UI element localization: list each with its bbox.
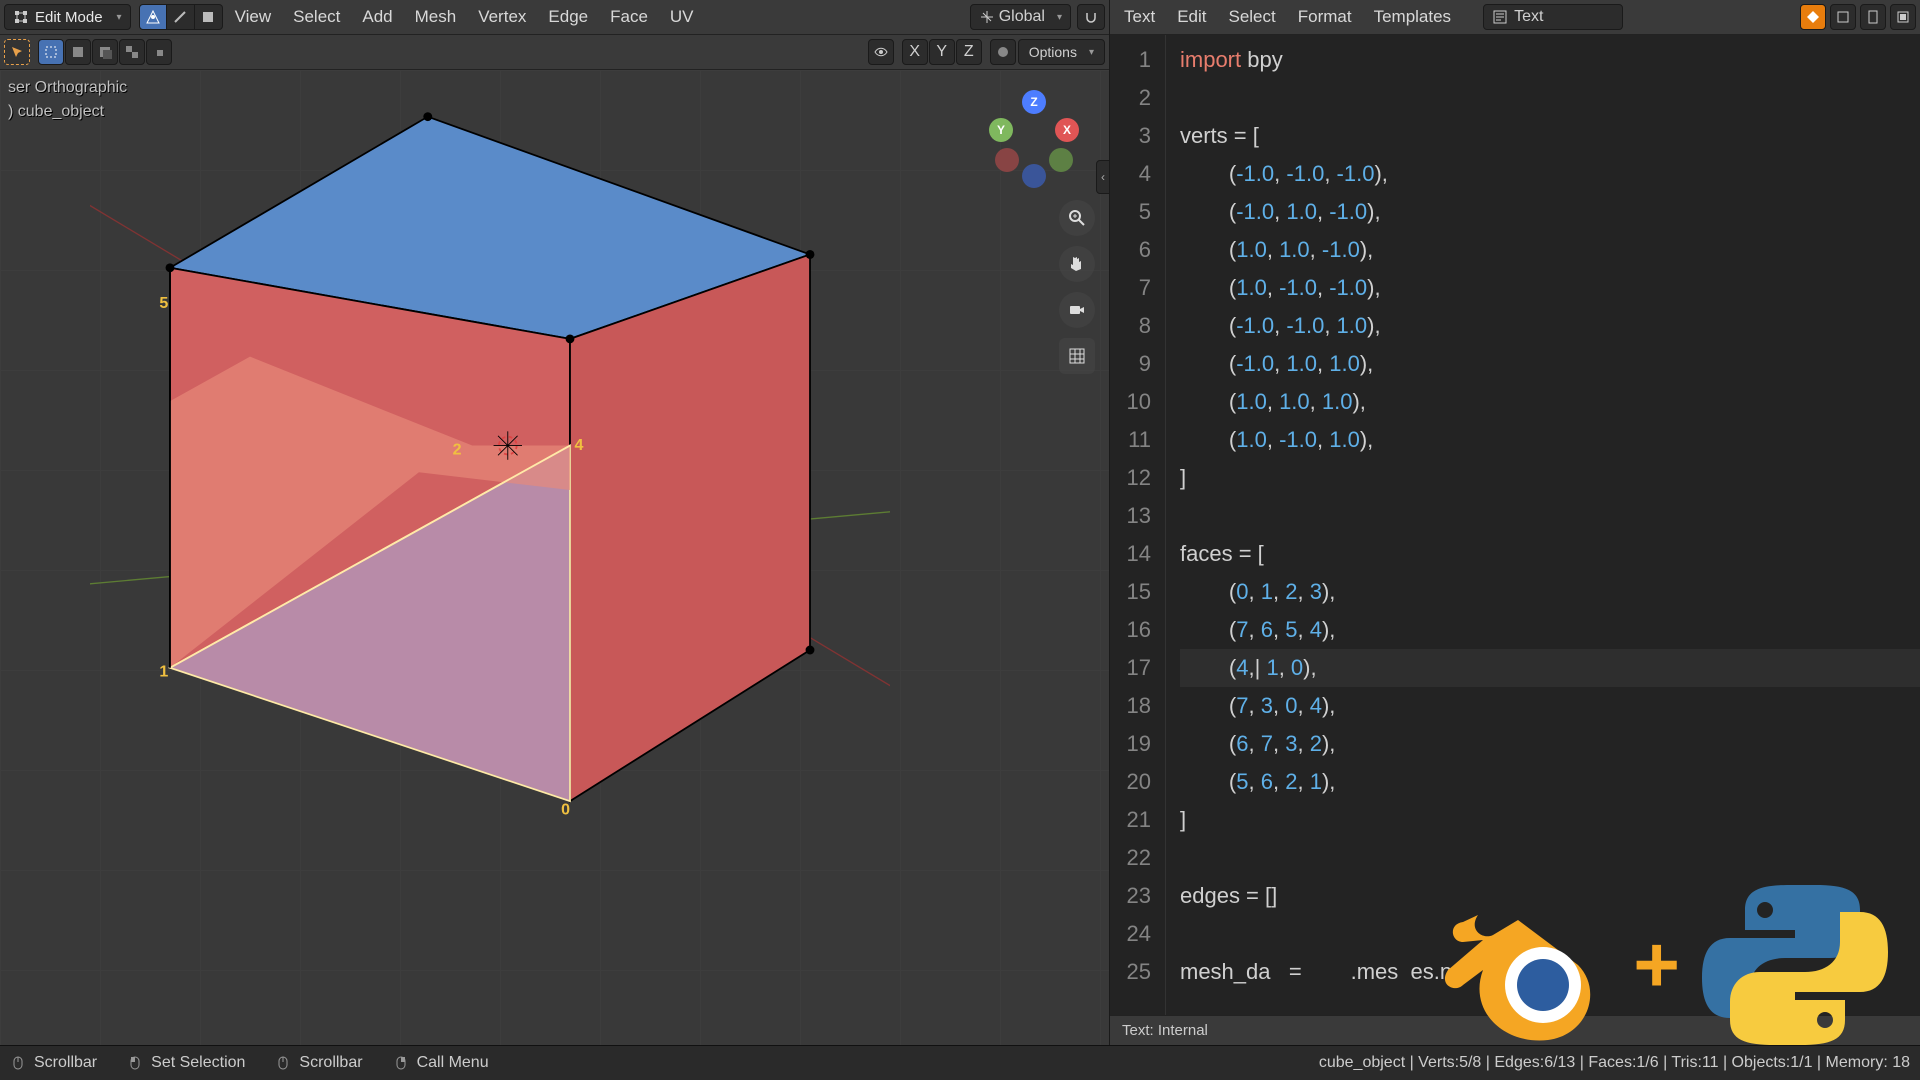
select-intersect[interactable] [146, 39, 172, 65]
pan-icon[interactable] [1059, 246, 1095, 282]
menu-select[interactable]: Select [283, 0, 350, 35]
status-call-menu: Call Menu [393, 1054, 489, 1072]
blender-logo-icon [1423, 885, 1613, 1045]
mesh-display-toggle[interactable] [868, 39, 894, 65]
axis-x-toggle[interactable]: X [902, 39, 928, 65]
menu-uv[interactable]: UV [660, 0, 704, 35]
cube-mesh[interactable]: 5 2 4 1 0 [90, 90, 890, 890]
text-header-icon-2[interactable] [1860, 4, 1886, 30]
gizmo-y-axis[interactable]: Y [989, 118, 1013, 142]
vertex-label-0: 0 [561, 801, 570, 818]
line-gutter: 1234567891011121314151617181920212223242… [1110, 35, 1166, 1015]
status-scrollbar2: Scrollbar [275, 1054, 362, 1072]
text-menu-format[interactable]: Format [1288, 0, 1362, 35]
text-menu-edit[interactable]: Edit [1167, 0, 1216, 35]
text-name-field[interactable]: Text [1483, 4, 1623, 30]
status-scrollbar: Scrollbar [10, 1054, 97, 1072]
gizmo-x-axis[interactable]: X [1055, 118, 1079, 142]
zoom-icon[interactable] [1059, 200, 1095, 236]
select-box-tool[interactable] [38, 39, 64, 65]
text-menu-select[interactable]: Select [1218, 0, 1285, 35]
menu-vertex[interactable]: Vertex [468, 0, 536, 35]
status-bar: Scrollbar Set Selection Scrollbar Call M… [0, 1045, 1920, 1080]
orientation-label: Global [999, 8, 1045, 26]
mouse-icon [393, 1055, 409, 1071]
vertex-label-1: 1 [159, 664, 168, 681]
text-datablock-icon [1492, 9, 1508, 25]
text-menu-templates[interactable]: Templates [1364, 0, 1461, 35]
edge-select-mode[interactable] [167, 4, 195, 30]
gizmo-neg-x[interactable] [995, 148, 1019, 172]
status-set-selection: Set Selection [127, 1054, 245, 1072]
text-header-icon-1[interactable] [1830, 4, 1856, 30]
camera-icon[interactable] [1059, 292, 1095, 328]
mouse-icon [10, 1055, 26, 1071]
vertex-select-mode[interactable] [139, 4, 167, 30]
sidebar-collapse[interactable]: ‹ [1096, 160, 1110, 194]
run-script-button[interactable] [1800, 4, 1826, 30]
axis-z-toggle[interactable]: Z [956, 39, 982, 65]
code-editor[interactable]: 1234567891011121314151617181920212223242… [1110, 35, 1920, 1015]
perspective-toggle-icon[interactable] [1059, 338, 1095, 374]
menu-view[interactable]: View [225, 0, 282, 35]
mouse-icon [275, 1055, 291, 1071]
viewport-3d[interactable]: ser Orthographic ) cube_object [0, 70, 1109, 1045]
mode-selector[interactable]: Edit Mode ▾ [4, 4, 131, 30]
select-subtract[interactable] [92, 39, 118, 65]
chevron-down-icon: ▾ [117, 12, 122, 23]
select-invert[interactable] [119, 39, 145, 65]
text-menu-text[interactable]: Text [1114, 0, 1165, 35]
gizmo-z-axis[interactable]: Z [1022, 90, 1046, 114]
shading-toggle[interactable] [990, 39, 1016, 65]
code-content[interactable]: import bpy verts = [ (-1.0, -1.0, -1.0),… [1166, 35, 1920, 1015]
face-select-mode[interactable] [195, 4, 223, 30]
orientation-icon [979, 9, 995, 25]
viewport-toolbar: X Y Z Options ▾ [0, 35, 1109, 70]
text-editor-header: Text Edit Select Format Templates Text [1110, 0, 1920, 35]
options-dropdown[interactable]: Options ▾ [1018, 39, 1105, 65]
vertex-label-5: 5 [159, 295, 168, 312]
snap-button[interactable] [1077, 4, 1105, 30]
text-header-icon-3[interactable] [1890, 4, 1916, 30]
select-extend[interactable] [65, 39, 91, 65]
viewport-panel: Edit Mode ▾ View Select Add Mesh Vertex … [0, 0, 1110, 1045]
axis-y-toggle[interactable]: Y [929, 39, 955, 65]
menu-edge[interactable]: Edge [538, 0, 598, 35]
orientation-selector[interactable]: Global ▾ [970, 4, 1071, 30]
python-logo-icon [1700, 880, 1890, 1050]
viewport-header: Edit Mode ▾ View Select Add Mesh Vertex … [0, 0, 1109, 35]
gizmo-neg-y[interactable] [1049, 148, 1073, 172]
mode-label: Edit Mode [35, 9, 103, 26]
chevron-down-icon: ▾ [1089, 47, 1094, 58]
navigation-gizmo[interactable]: Z Y X [989, 90, 1079, 180]
gizmo-neg-z[interactable] [1022, 164, 1046, 188]
menu-face[interactable]: Face [600, 0, 658, 35]
plus-icon: + [1633, 919, 1680, 1011]
logo-overlay: + [1423, 880, 1890, 1050]
cursor-tool[interactable] [4, 39, 30, 65]
chevron-down-icon: ▾ [1057, 12, 1062, 23]
vertex-label-2: 2 [453, 441, 462, 458]
mouse-icon [127, 1055, 143, 1071]
status-scene-stats: cube_object | Verts:5/8 | Edges:6/13 | F… [1319, 1054, 1910, 1072]
menu-mesh[interactable]: Mesh [405, 0, 467, 35]
menu-add[interactable]: Add [352, 0, 402, 35]
vertex-label-4: 4 [574, 437, 583, 454]
edit-mode-icon [13, 9, 29, 25]
